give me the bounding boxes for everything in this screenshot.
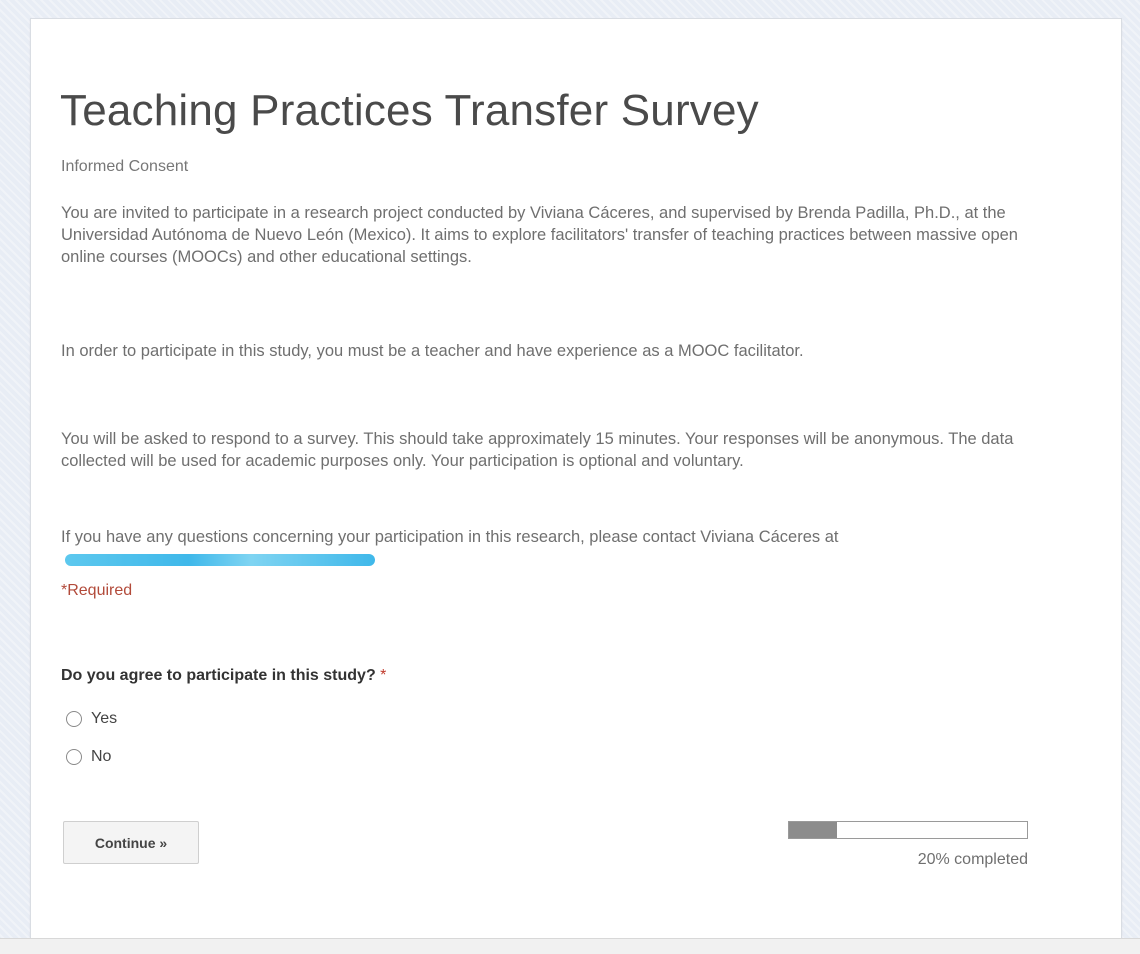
form-title: Teaching Practices Transfer Survey xyxy=(60,86,759,135)
continue-button[interactable]: Continue » xyxy=(63,821,199,864)
option-no[interactable]: No xyxy=(66,748,111,766)
progress-bar xyxy=(788,821,1028,839)
required-asterisk: * xyxy=(380,667,387,684)
consent-question: Do you agree to participate in this stud… xyxy=(61,667,386,685)
progress-bar-fill xyxy=(789,822,837,838)
option-no-label: No xyxy=(91,748,112,765)
contact-text: If you have any questions concerning you… xyxy=(61,528,839,546)
contact-paragraph: If you have any questions concerning you… xyxy=(61,526,1021,570)
question-text: Do you agree to participate in this stud… xyxy=(61,667,376,684)
description-paragraph-1: You are invited to participate in a rese… xyxy=(61,204,1018,266)
radio-no[interactable] xyxy=(66,749,82,765)
form-card xyxy=(30,18,1122,940)
option-yes-label: Yes xyxy=(91,710,118,727)
description-paragraph-3: You will be asked to respond to a survey… xyxy=(61,430,1014,470)
description-paragraph-2: In order to participate in this study, y… xyxy=(61,342,804,360)
required-note: *Required xyxy=(61,582,133,599)
bottom-scrollbar-area xyxy=(0,938,1140,954)
progress-label: 20% completed xyxy=(917,851,1028,868)
redacted-email xyxy=(65,554,375,566)
form-subtitle: Informed Consent xyxy=(61,158,189,175)
option-yes[interactable]: Yes xyxy=(66,710,117,728)
radio-yes[interactable] xyxy=(66,711,82,727)
